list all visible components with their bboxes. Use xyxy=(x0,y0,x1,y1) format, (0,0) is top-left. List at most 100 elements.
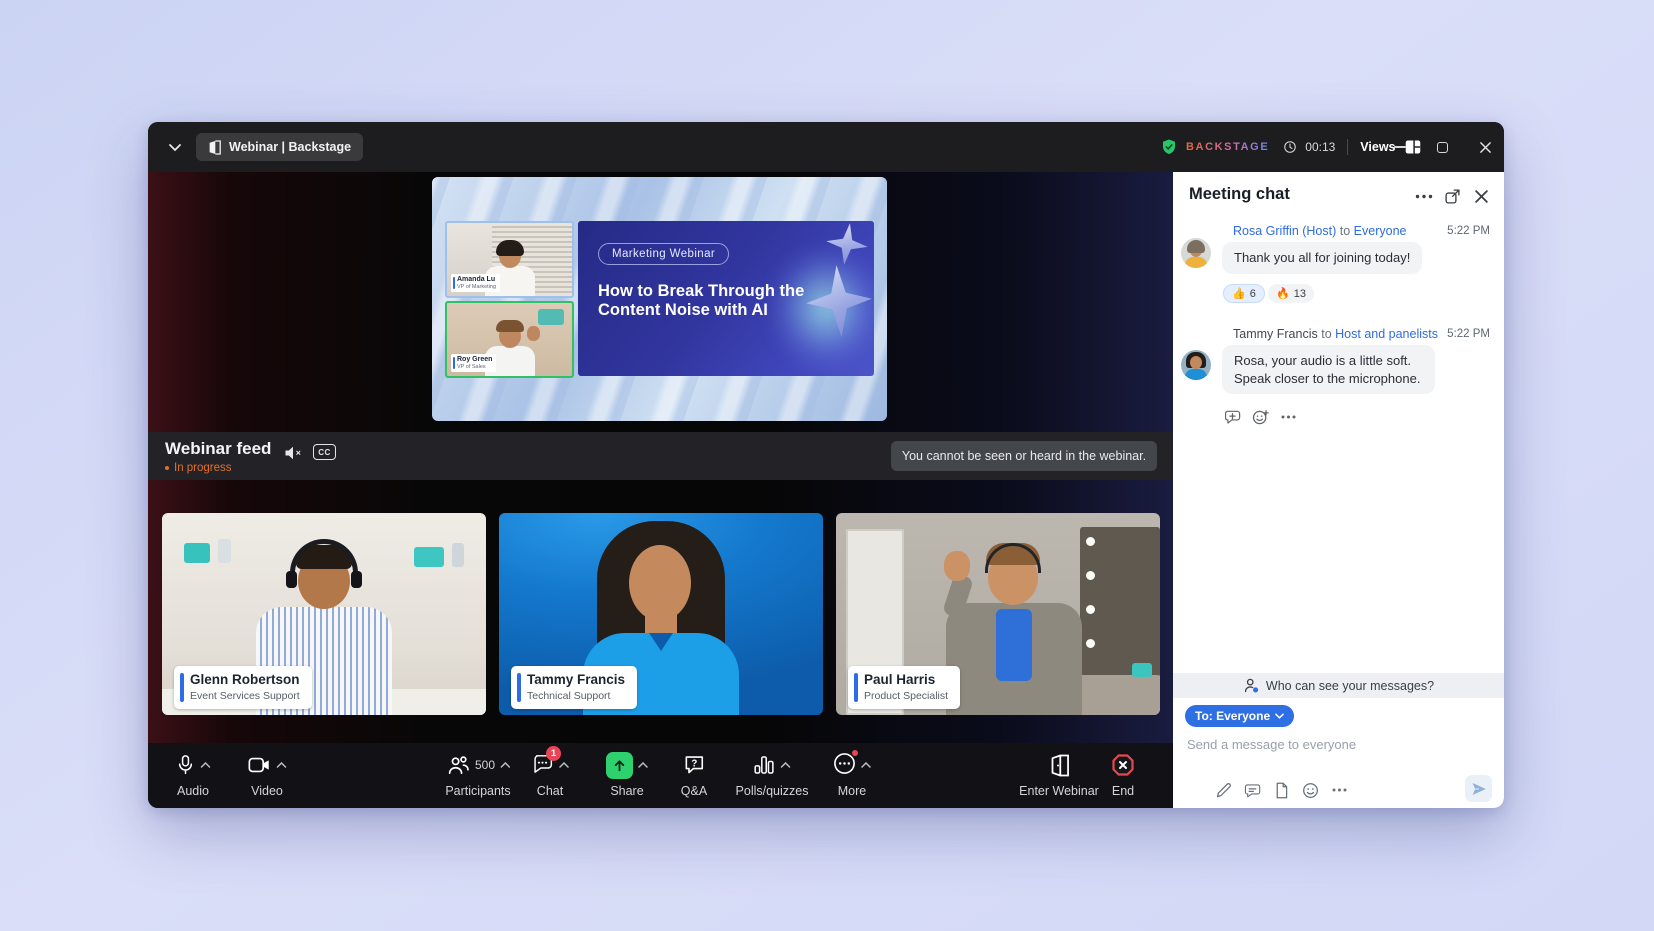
quote-icon xyxy=(1244,783,1261,798)
add-reaction-button[interactable] xyxy=(1251,408,1269,426)
privacy-banner[interactable]: Who can see your messages? xyxy=(1173,673,1504,698)
speaker-tile-amanda: Amanda Lu VP of Marketing xyxy=(445,221,574,298)
scene-prop xyxy=(452,543,464,567)
ellipsis-icon xyxy=(1332,788,1347,792)
qa-button[interactable]: ? Q&A xyxy=(681,751,707,798)
minimize-button[interactable] xyxy=(1387,135,1413,159)
slide-title: How to Break Through the Content Noise w… xyxy=(598,282,808,321)
message-more-button[interactable] xyxy=(1279,408,1297,426)
quote-reply-button[interactable] xyxy=(1223,408,1241,426)
chevron-up-icon[interactable] xyxy=(201,762,211,768)
send-icon xyxy=(1471,781,1487,797)
polls-label: Polls/quizzes xyxy=(736,784,809,798)
polls-bar-chart-icon xyxy=(753,754,776,776)
avatar-body xyxy=(1185,257,1207,268)
reaction-thumbs-up[interactable]: 👍 6 xyxy=(1223,284,1265,303)
scene-prop xyxy=(184,543,210,563)
share-label: Share xyxy=(610,784,643,798)
polls-button[interactable]: Polls/quizzes xyxy=(736,751,809,798)
share-button[interactable]: Share xyxy=(606,751,648,798)
video-button[interactable]: Video xyxy=(248,751,287,798)
chevron-up-icon[interactable] xyxy=(781,762,791,768)
message-header: Rosa Griffin (Host) to Everyone xyxy=(1233,224,1406,238)
composer-more-button[interactable] xyxy=(1329,780,1349,800)
open-in-new-window-icon xyxy=(1444,188,1461,205)
scene-prop xyxy=(496,240,524,256)
composer-toolbar xyxy=(1213,780,1349,800)
format-text-button[interactable] xyxy=(1213,780,1233,800)
enter-webinar-label: Enter Webinar xyxy=(1019,784,1099,798)
window-menu-chevron-button[interactable] xyxy=(162,135,188,159)
participant-role: Event Services Support xyxy=(190,690,300,703)
scene-prop xyxy=(218,539,231,563)
more-button[interactable]: More xyxy=(833,751,871,798)
end-button[interactable]: End xyxy=(1111,751,1135,798)
quote-button[interactable] xyxy=(1242,780,1262,800)
qa-label: Q&A xyxy=(681,784,707,798)
chat-message-input[interactable]: Send a message to everyone xyxy=(1187,737,1467,752)
participant-role: Technical Support xyxy=(527,690,625,703)
speaker-name: Amanda Lu xyxy=(457,276,496,284)
share-icon xyxy=(606,752,633,779)
meeting-toolbar: Audio Video xyxy=(148,743,1173,808)
scene-prop xyxy=(1086,537,1095,546)
message-author[interactable]: Rosa Griffin (Host) xyxy=(1233,224,1336,238)
chevron-up-icon[interactable] xyxy=(861,762,871,768)
enter-webinar-button[interactable]: Enter Webinar xyxy=(1019,751,1099,798)
chevron-up-icon[interactable] xyxy=(559,762,569,768)
scene-prop xyxy=(1086,571,1095,580)
slide-category-pill: Marketing Webinar xyxy=(598,243,729,265)
chat-message-bubble: Thank you all for joining today! xyxy=(1222,242,1422,274)
chat-popout-button[interactable] xyxy=(1441,186,1463,206)
attach-file-button[interactable] xyxy=(1271,780,1291,800)
tab-label: Webinar | Backstage xyxy=(229,140,351,154)
participant-name: Glenn Robertson xyxy=(190,672,300,689)
message-author[interactable]: Tammy Francis xyxy=(1233,327,1318,341)
door-icon xyxy=(208,140,221,155)
scene-prop xyxy=(649,633,673,651)
enter-webinar-door-icon xyxy=(1049,754,1069,777)
speaker-muted-button[interactable] xyxy=(282,443,304,463)
reaction-fire[interactable]: 🔥 13 xyxy=(1268,284,1314,303)
avatar-tammy xyxy=(1181,350,1211,380)
emoji-button[interactable] xyxy=(1300,780,1320,800)
speaker-name-chip: Amanda Lu VP of Marketing xyxy=(451,274,500,292)
close-window-button[interactable] xyxy=(1472,135,1498,159)
message-audience[interactable]: Everyone xyxy=(1354,224,1407,238)
chat-label: Chat xyxy=(537,784,563,798)
avatar-face xyxy=(1190,356,1202,369)
send-to-selector[interactable]: To: Everyone xyxy=(1185,705,1294,727)
video-label: Video xyxy=(251,784,283,798)
reaction-count: 6 xyxy=(1250,288,1256,300)
tab-webinar-backstage[interactable]: Webinar | Backstage xyxy=(196,133,363,161)
speaker-name: Roy Green xyxy=(457,356,492,364)
send-message-button[interactable] xyxy=(1465,775,1492,802)
audio-button[interactable]: Audio xyxy=(176,751,211,798)
chat-more-options-button[interactable] xyxy=(1413,186,1435,206)
chevron-up-icon[interactable] xyxy=(277,762,287,768)
maximize-button[interactable] xyxy=(1429,135,1455,159)
send-to-label: To: Everyone xyxy=(1195,709,1270,723)
webinar-window: Webinar | Backstage BACKSTAGE 00:13 View… xyxy=(148,122,1504,808)
speaker-role: VP of Marketing xyxy=(457,284,496,290)
chat-close-button[interactable] xyxy=(1470,186,1492,206)
headphones-prop xyxy=(290,539,358,575)
captions-icon: CC xyxy=(318,448,331,457)
chat-button[interactable]: 1 Chat xyxy=(531,751,569,798)
speaker-tile-roy: Roy Green VP of Sales xyxy=(445,301,574,378)
end-label: End xyxy=(1112,784,1134,798)
participants-button[interactable]: 500 Participants xyxy=(445,751,510,798)
maximize-icon xyxy=(1437,142,1448,153)
headphones-prop xyxy=(286,571,297,588)
titlebar-status-group: BACKSTAGE 00:13 Views xyxy=(1160,122,1422,172)
speaker-name-chip: Roy Green VP of Sales xyxy=(451,354,496,372)
main-stage: Amanda Lu VP of Marketing Roy Green VP xyxy=(148,172,1173,743)
captions-button[interactable]: CC xyxy=(313,444,336,460)
chevron-up-icon[interactable] xyxy=(638,762,648,768)
more-notification-dot xyxy=(852,750,858,756)
message-header: Tammy Francis to Host and panelists xyxy=(1233,327,1438,341)
chevron-up-icon[interactable] xyxy=(500,762,510,768)
avatar-body xyxy=(1185,369,1207,380)
message-audience[interactable]: Host and panelists xyxy=(1335,327,1438,341)
message-actions xyxy=(1223,408,1297,426)
